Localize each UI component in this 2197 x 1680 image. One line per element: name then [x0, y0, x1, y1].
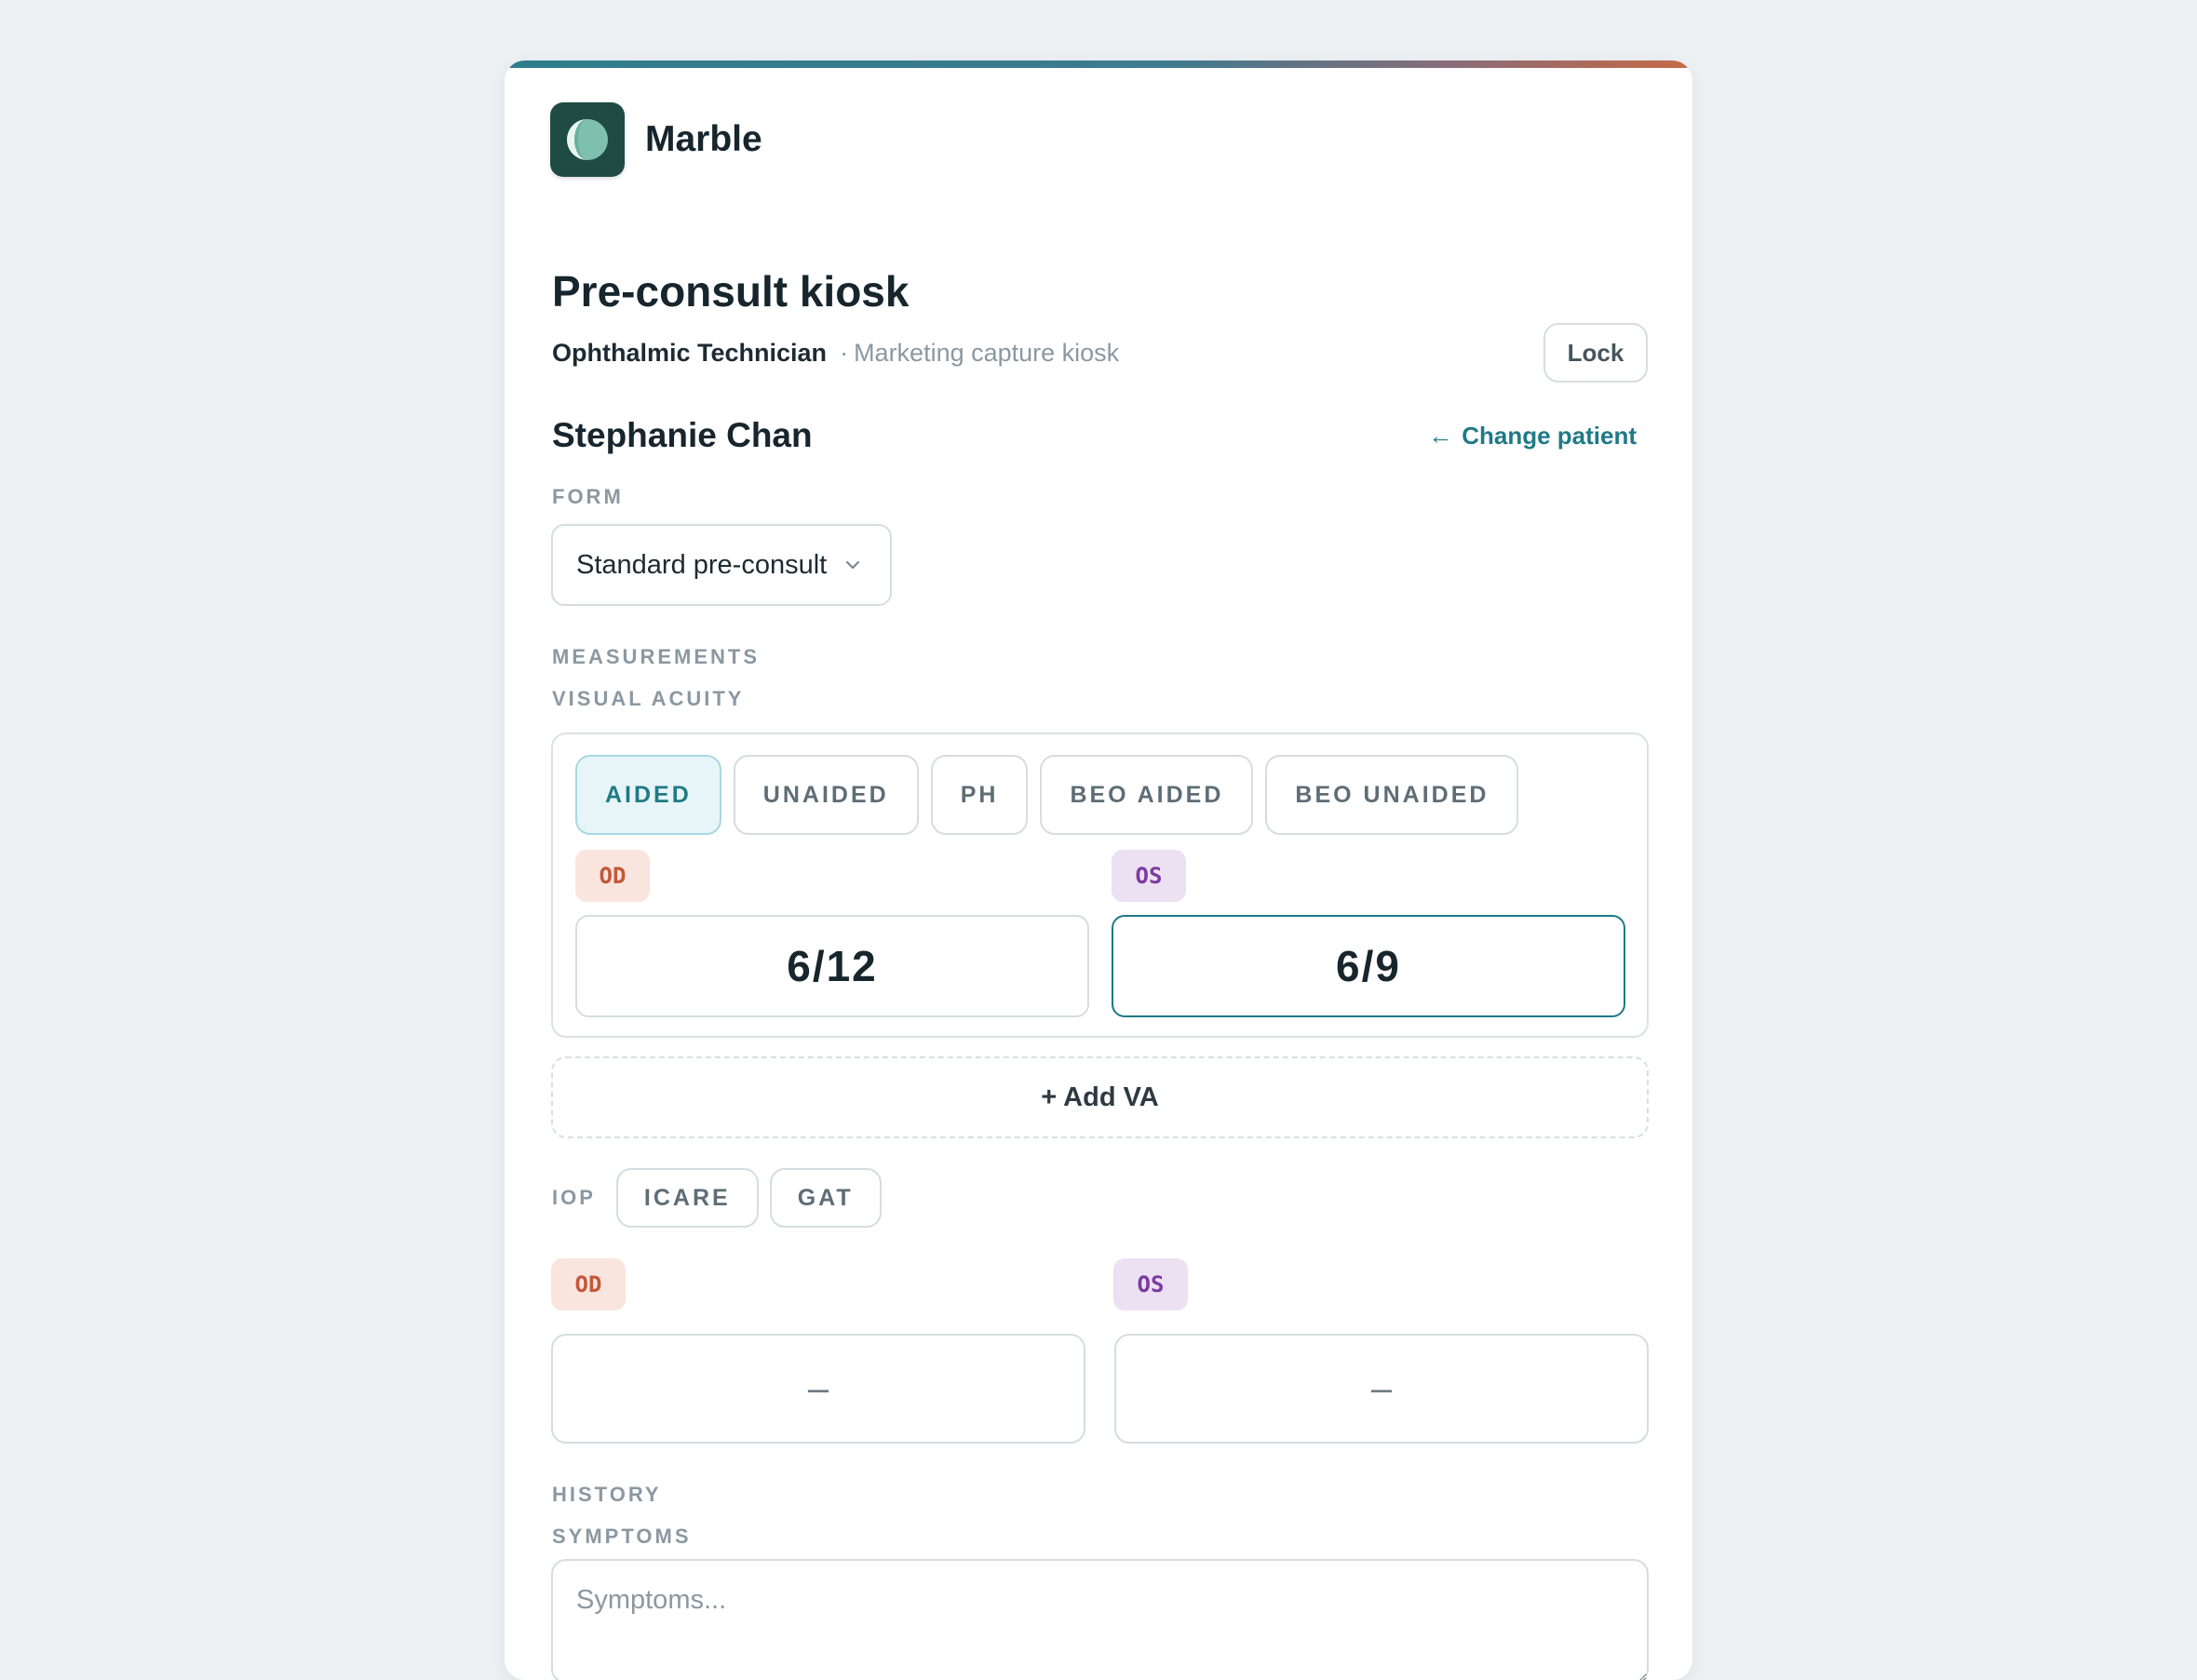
marble-logo-icon	[550, 102, 625, 177]
tab-ph[interactable]: PH	[930, 755, 1029, 835]
iop-od-input[interactable]: –	[551, 1334, 1085, 1444]
accent-bar	[505, 60, 1692, 68]
add-va-button[interactable]: + Add VA	[551, 1056, 1649, 1138]
form-select-value: Standard pre-consult	[576, 549, 828, 580]
tab-beo-aided[interactable]: BEO AIDED	[1040, 755, 1254, 835]
change-patient-label: Change patient	[1462, 422, 1637, 450]
iop-row: IOP ICARE GAT	[552, 1168, 893, 1228]
role-line: Ophthalmic Technician · Marketing capture…	[552, 336, 1119, 370]
visual-acuity-panel: AIDED UNAIDED PH BEO AIDED BEO UNAIDED O…	[551, 732, 1649, 1038]
change-patient-link[interactable]: ← Change patient	[1428, 420, 1637, 451]
patient-name: Stephanie Chan	[552, 416, 813, 454]
kiosk-mode-label: Marketing capture kiosk	[854, 339, 1120, 367]
va-od-tag: OD	[575, 850, 650, 902]
iop-method-gat[interactable]: GAT	[769, 1168, 882, 1228]
user-role: Ophthalmic Technician	[552, 339, 828, 367]
symptoms-input[interactable]	[551, 1559, 1649, 1680]
kiosk-card: Marble Pre-consult kiosk Ophthalmic Tech…	[505, 60, 1692, 1680]
lock-button[interactable]: Lock	[1543, 323, 1648, 383]
visual-acuity-label: VISUAL ACUITY	[552, 687, 745, 710]
page-title: Pre-consult kiosk	[552, 267, 910, 316]
history-label: HISTORY	[552, 1483, 662, 1506]
va-os-tag: OS	[1112, 850, 1186, 902]
va-os-input[interactable]: 6/9	[1112, 915, 1625, 1017]
chevron-down-icon	[845, 560, 860, 570]
arrow-left-icon: ←	[1428, 422, 1453, 450]
separator-dot: ·	[840, 339, 849, 367]
tab-unaided[interactable]: UNAIDED	[733, 755, 919, 835]
kiosk-mode: · Marketing capture kiosk	[840, 336, 1119, 370]
iop-os-input[interactable]: –	[1114, 1334, 1649, 1444]
measurements-label: MEASUREMENTS	[552, 645, 761, 668]
symptoms-label: SYMPTOMS	[552, 1525, 692, 1548]
form-select[interactable]: Standard pre-consult	[551, 524, 892, 606]
brand: Marble	[550, 102, 762, 177]
va-tab-row: AIDED UNAIDED PH BEO AIDED BEO UNAIDED	[575, 755, 1519, 835]
iop-method-icare[interactable]: ICARE	[615, 1168, 759, 1228]
va-od-input[interactable]: 6/12	[575, 915, 1089, 1017]
iop-os-tag: OS	[1113, 1258, 1188, 1310]
tab-aided[interactable]: AIDED	[575, 755, 721, 835]
iop-label: IOP	[552, 1186, 596, 1209]
tab-beo-unaided[interactable]: BEO UNAIDED	[1265, 755, 1519, 835]
form-label: FORM	[552, 485, 624, 508]
app-name: Marble	[645, 119, 762, 159]
iop-od-tag: OD	[551, 1258, 626, 1310]
